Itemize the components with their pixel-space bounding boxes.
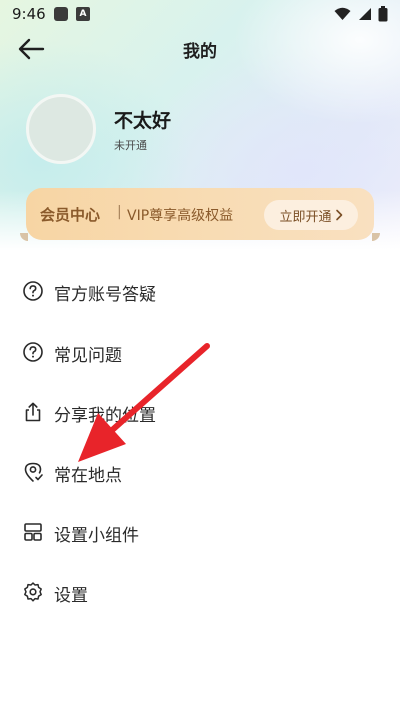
vip-banner[interactable]: 会员中心 | VIP尊享高级权益 立即开通 xyxy=(26,188,374,240)
status-bar: 9:46 A xyxy=(0,0,400,28)
wifi-icon xyxy=(334,7,351,20)
menu-item-official-account-qa[interactable]: 官方账号答疑 xyxy=(22,271,378,311)
vip-title: 会员中心 xyxy=(40,206,101,224)
avatar[interactable] xyxy=(26,94,96,164)
menu-item-settings[interactable]: 设置 xyxy=(22,572,378,612)
menu-item-label: 设置小组件 xyxy=(54,526,139,546)
menu-item-label: 分享我的位置 xyxy=(54,406,156,426)
location-pin-icon xyxy=(24,462,43,482)
chevron-right-icon xyxy=(335,209,342,221)
menu-item-frequent-places[interactable]: 常在地点 xyxy=(22,452,378,492)
menu-item-label: 设置 xyxy=(54,586,88,606)
question-circle-icon xyxy=(23,342,43,362)
share-icon xyxy=(25,402,41,422)
top-app-bar: 我的 xyxy=(0,28,400,70)
question-circle-icon xyxy=(23,281,43,301)
menu-item-faq[interactable]: 常见问题 xyxy=(22,332,378,372)
menu-item-share-location[interactable]: 分享我的位置 xyxy=(22,392,378,432)
status-indicators xyxy=(334,6,388,22)
activate-vip-button[interactable]: 立即开通 xyxy=(264,200,358,230)
menu-item-label: 官方账号答疑 xyxy=(54,285,156,305)
notification-letter-icon: A xyxy=(76,7,90,21)
menu-item-label: 常在地点 xyxy=(54,466,122,486)
status-time: 9:46 xyxy=(12,5,46,23)
widget-grid-icon xyxy=(24,523,42,541)
profile-name: 不太好 xyxy=(114,110,172,132)
notification-app-icon xyxy=(54,7,68,21)
vip-subtitle: VIP尊享高级权益 xyxy=(127,208,234,224)
signal-icon xyxy=(359,8,371,20)
battery-icon xyxy=(378,6,388,22)
menu-item-widget-settings[interactable]: 设置小组件 xyxy=(22,512,378,552)
membership-status: 未开通 xyxy=(114,139,147,152)
activate-vip-label: 立即开通 xyxy=(279,209,332,225)
gear-icon xyxy=(24,582,42,602)
vip-separator: | xyxy=(117,204,122,220)
menu-item-label: 常见问题 xyxy=(54,346,122,366)
page-title: 我的 xyxy=(183,42,217,62)
